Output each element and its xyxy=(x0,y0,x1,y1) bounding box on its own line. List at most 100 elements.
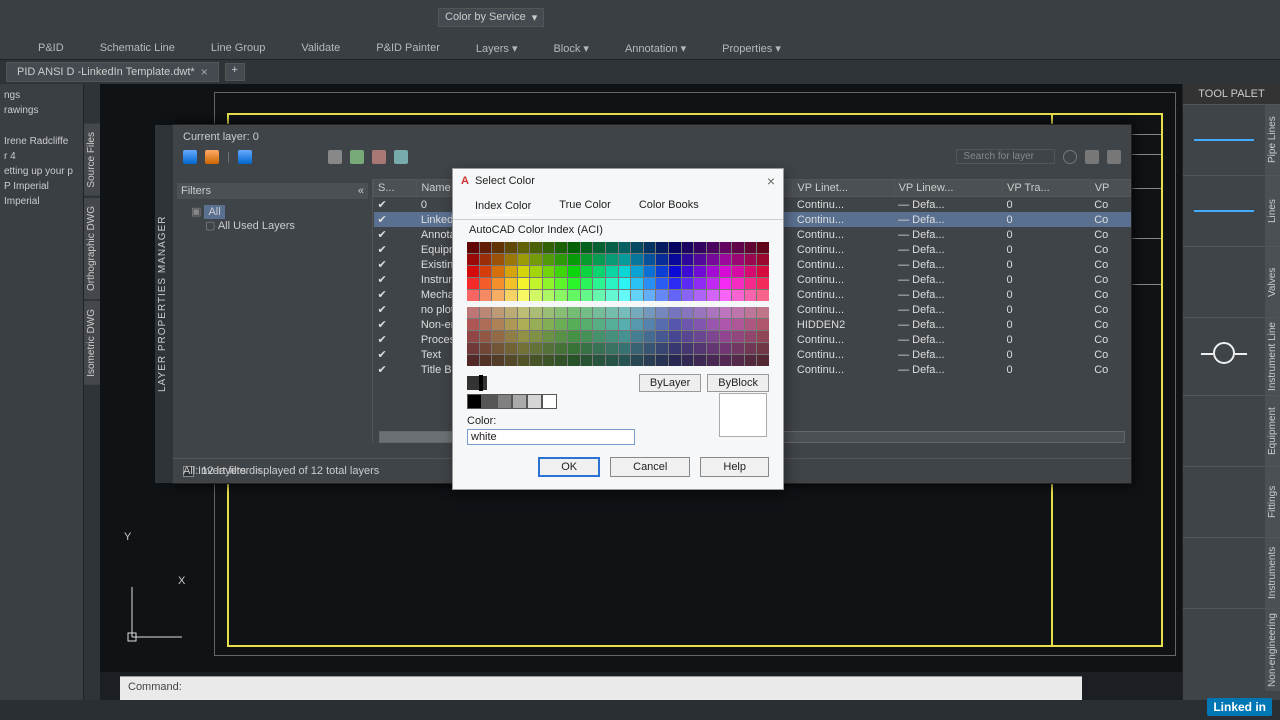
color-cell[interactable] xyxy=(593,290,605,301)
color-cell[interactable] xyxy=(518,254,530,265)
color-cell[interactable] xyxy=(669,266,681,277)
color-cell[interactable] xyxy=(644,242,656,253)
refresh-icon[interactable] xyxy=(1085,150,1099,164)
grey-cell[interactable] xyxy=(482,394,497,409)
color-cell[interactable] xyxy=(581,307,593,318)
palette-section[interactable]: Non-engineering xyxy=(1183,608,1280,691)
ribbon-group[interactable]: P&ID Painter xyxy=(358,42,458,59)
color-cell[interactable] xyxy=(568,343,580,354)
color-cell[interactable] xyxy=(656,254,668,265)
color-cell[interactable] xyxy=(606,290,618,301)
close-icon[interactable]: × xyxy=(767,173,775,189)
ribbon-group[interactable]: Properties ▾ xyxy=(704,42,799,59)
color-cell[interactable] xyxy=(732,355,744,366)
color-cell[interactable] xyxy=(707,254,719,265)
color-cell[interactable] xyxy=(467,307,479,318)
color-cell[interactable] xyxy=(682,343,694,354)
color-cell[interactable] xyxy=(593,355,605,366)
color-cell[interactable] xyxy=(707,355,719,366)
color-cell[interactable] xyxy=(543,343,555,354)
filter-tree[interactable]: Filters« ▣ All ▢ All Used Layers xyxy=(173,179,373,443)
color-cell[interactable] xyxy=(669,331,681,342)
color-cell[interactable] xyxy=(518,266,530,277)
palette-section[interactable]: Pipe Lines xyxy=(1183,104,1280,175)
color-cell[interactable] xyxy=(505,266,517,277)
byblock-button[interactable]: ByBlock xyxy=(707,374,769,392)
color-cell[interactable] xyxy=(467,278,479,289)
color-cell[interactable] xyxy=(492,331,504,342)
color-cell[interactable] xyxy=(606,254,618,265)
color-cell[interactable] xyxy=(543,331,555,342)
color-cell[interactable] xyxy=(593,278,605,289)
color-cell[interactable] xyxy=(757,290,769,301)
color-cell[interactable] xyxy=(518,355,530,366)
color-cell[interactable] xyxy=(732,266,744,277)
color-cell[interactable] xyxy=(644,266,656,277)
color-cell[interactable] xyxy=(745,242,757,253)
file-tab[interactable]: Orthographic DWG xyxy=(84,198,100,299)
color-cell[interactable] xyxy=(631,242,643,253)
color-cell[interactable] xyxy=(581,319,593,330)
color-cell[interactable] xyxy=(757,331,769,342)
color-cell[interactable] xyxy=(492,343,504,354)
color-cell[interactable] xyxy=(568,319,580,330)
color-cell[interactable] xyxy=(492,355,504,366)
color-cell[interactable] xyxy=(581,343,593,354)
color-cell[interactable] xyxy=(467,266,479,277)
color-cell[interactable] xyxy=(555,266,567,277)
color-cell[interactable] xyxy=(555,307,567,318)
color-cell[interactable] xyxy=(682,307,694,318)
grey-cell[interactable] xyxy=(497,394,512,409)
color-cell[interactable] xyxy=(543,319,555,330)
color-cell[interactable] xyxy=(492,307,504,318)
color-cell[interactable] xyxy=(467,242,479,253)
color-cell[interactable] xyxy=(606,331,618,342)
color-cell[interactable] xyxy=(518,343,530,354)
color-cell[interactable] xyxy=(656,242,668,253)
dialog-tab[interactable]: Color Books xyxy=(637,197,701,215)
color-cell[interactable] xyxy=(619,290,631,301)
color-cell[interactable] xyxy=(682,331,694,342)
palette-section[interactable]: Instrument Line xyxy=(1183,317,1280,395)
color-cell[interactable] xyxy=(745,355,757,366)
color-cell[interactable] xyxy=(656,278,668,289)
color-cell[interactable] xyxy=(480,278,492,289)
color-cell[interactable] xyxy=(581,355,593,366)
color-cell[interactable] xyxy=(568,266,580,277)
color-cell[interactable] xyxy=(694,290,706,301)
color-cell[interactable] xyxy=(505,278,517,289)
command-line[interactable]: Command: xyxy=(120,676,1082,700)
palette-section[interactable]: Instruments xyxy=(1183,537,1280,608)
color-cell[interactable] xyxy=(694,343,706,354)
project-item[interactable]: Irene Radcliffe xyxy=(4,134,79,149)
color-cell[interactable] xyxy=(581,278,593,289)
color-cell[interactable] xyxy=(518,242,530,253)
color-cell[interactable] xyxy=(518,278,530,289)
color-cell[interactable] xyxy=(732,290,744,301)
color-cell[interactable] xyxy=(732,254,744,265)
color-cell[interactable] xyxy=(745,254,757,265)
color-cell[interactable] xyxy=(720,254,732,265)
color-cell[interactable] xyxy=(619,355,631,366)
color-cell[interactable] xyxy=(505,254,517,265)
dialog-tab[interactable]: True Color xyxy=(557,197,613,215)
color-cell[interactable] xyxy=(682,254,694,265)
color-cell[interactable] xyxy=(568,355,580,366)
color-cell[interactable] xyxy=(757,343,769,354)
project-item[interactable]: ngs xyxy=(4,88,79,103)
bylayer-button[interactable]: ByLayer xyxy=(639,374,701,392)
color-cell[interactable] xyxy=(745,290,757,301)
color-cell[interactable] xyxy=(631,331,643,342)
color-cell[interactable] xyxy=(619,307,631,318)
file-tab[interactable]: Source Files xyxy=(84,124,100,196)
color-cell[interactable] xyxy=(530,266,542,277)
color-cell[interactable] xyxy=(757,242,769,253)
ribbon-group[interactable]: Block ▾ xyxy=(535,42,606,59)
layer-filter-icon[interactable] xyxy=(205,150,219,164)
search-icon[interactable] xyxy=(1063,150,1077,164)
color-cell[interactable] xyxy=(745,331,757,342)
palette-section[interactable]: Valves xyxy=(1183,246,1280,317)
color-cell[interactable] xyxy=(720,307,732,318)
color-cell[interactable] xyxy=(745,266,757,277)
color-cell[interactable] xyxy=(682,242,694,253)
